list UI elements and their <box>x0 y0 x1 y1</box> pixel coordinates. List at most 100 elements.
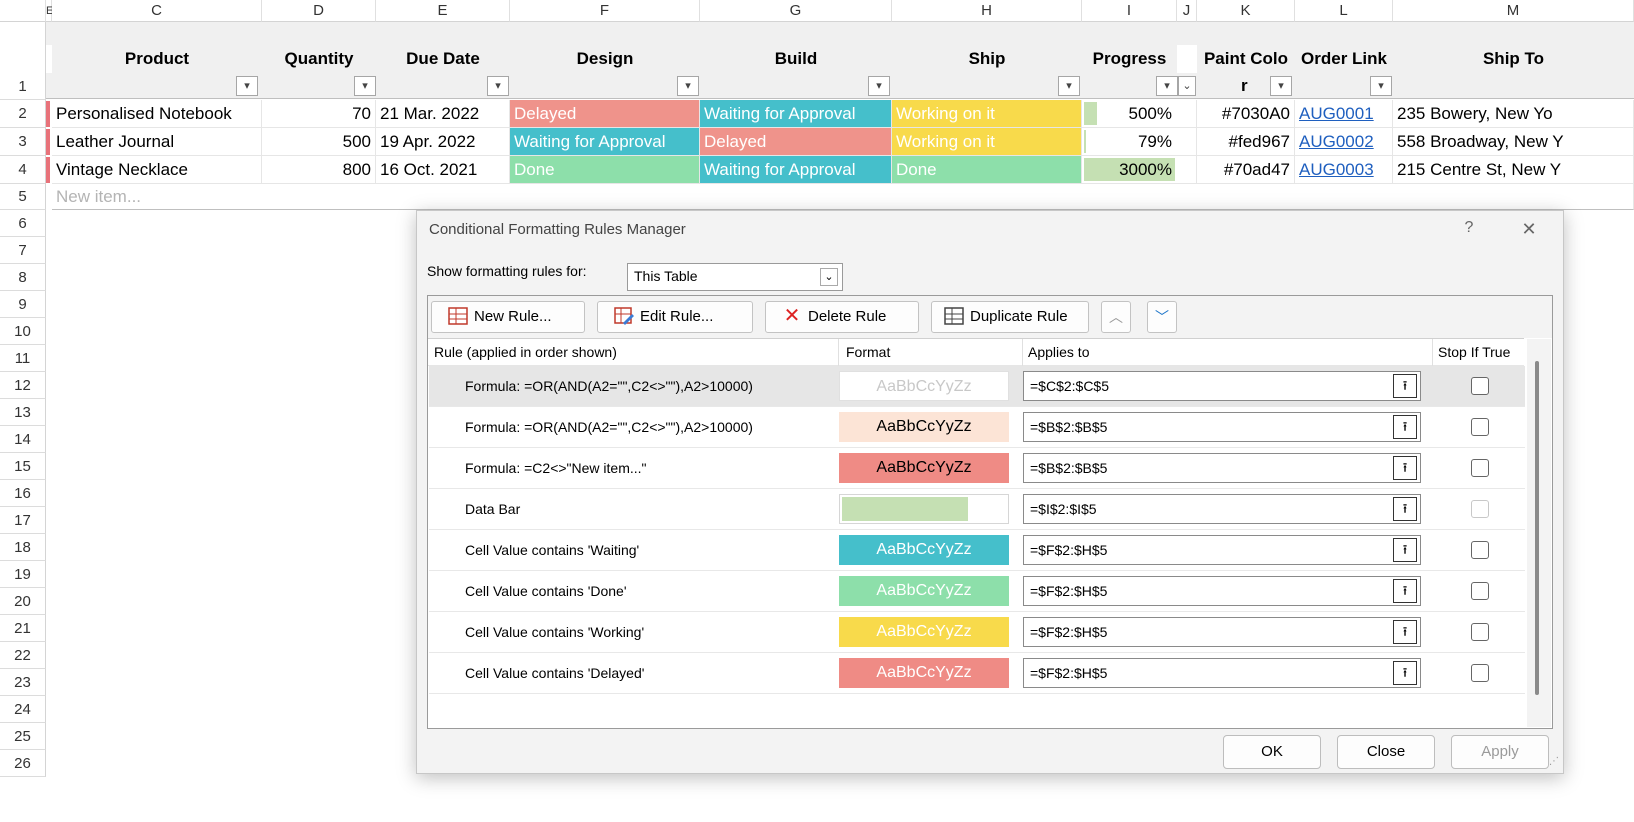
cell-paint-color[interactable]: #7030A0 <box>1197 100 1295 128</box>
filter-dropdown-design[interactable]: ▾ <box>677 76 699 96</box>
cell-progress[interactable]: 500% <box>1082 100 1197 128</box>
rules-scrollbar[interactable] <box>1527 339 1551 727</box>
scrollbar-thumb[interactable] <box>1535 361 1539 695</box>
cell-due-date[interactable]: 21 Mar. 2022 <box>376 100 510 128</box>
column-header-i[interactable]: I <box>1082 0 1177 22</box>
cell-design[interactable]: Waiting for Approval <box>510 128 700 156</box>
cell-paint-color[interactable]: #70ad47 <box>1197 156 1295 184</box>
collapse-range-icon[interactable]: ⭱ <box>1393 415 1417 439</box>
row-header-24[interactable]: 24 <box>0 696 46 723</box>
column-header-h[interactable]: H <box>892 0 1082 22</box>
cell-ship[interactable]: Done <box>892 156 1082 184</box>
cell-quantity[interactable]: 500 <box>262 128 376 156</box>
stop-if-true-checkbox[interactable] <box>1471 541 1489 559</box>
collapse-range-icon[interactable]: ⭱ <box>1393 497 1417 521</box>
header-product[interactable]: Product <box>52 45 262 73</box>
cell-due-date[interactable]: 16 Oct. 2021 <box>376 156 510 184</box>
duplicate-rule-button[interactable]: Duplicate Rule <box>931 301 1089 333</box>
applies-to-field[interactable]: =$I$2:$I$5 ⭱ <box>1023 494 1421 524</box>
row-header-18[interactable]: 18 <box>0 534 46 561</box>
column-header-j[interactable]: J <box>1177 0 1197 22</box>
header-quantity[interactable]: Quantity <box>262 45 376 73</box>
cell-order-link[interactable]: AUG0002 <box>1295 128 1393 156</box>
row-header-14[interactable]: 14 <box>0 426 46 453</box>
stop-if-true-checkbox[interactable] <box>1471 377 1489 395</box>
header-build[interactable]: Build <box>700 45 892 73</box>
row-header-1[interactable]: 1 <box>0 22 46 100</box>
cell-quantity[interactable]: 70 <box>262 100 376 128</box>
applies-to-field[interactable]: =$F$2:$H$5 ⭱ <box>1023 576 1421 606</box>
row-header-25[interactable]: 25 <box>0 723 46 750</box>
column-header-k[interactable]: K <box>1197 0 1295 22</box>
row-header-13[interactable]: 13 <box>0 399 46 426</box>
cell-paint-color[interactable]: #fed967 <box>1197 128 1295 156</box>
cell-product[interactable]: Leather Journal <box>52 128 262 156</box>
ok-button[interactable]: OK <box>1223 735 1321 769</box>
cell-order-link[interactable]: AUG0001 <box>1295 100 1393 128</box>
select-all-corner[interactable] <box>0 0 46 22</box>
collapse-range-icon[interactable]: ⭱ <box>1393 456 1417 480</box>
header-paint-color[interactable]: Paint Colo <box>1197 45 1295 73</box>
row-header-4[interactable]: 4 <box>0 156 46 184</box>
filter-dropdown-j[interactable]: ⌄ <box>1178 76 1196 96</box>
column-header-f[interactable]: F <box>510 0 700 22</box>
row-header-2[interactable]: 2 <box>0 100 46 128</box>
new-rule-button[interactable]: New Rule... <box>431 301 585 333</box>
filter-dropdown-due-date[interactable]: ▾ <box>487 76 509 96</box>
filter-dropdown-product[interactable]: ▾ <box>236 76 258 96</box>
show-rules-select[interactable]: This Table ⌄ <box>627 263 843 291</box>
filter-dropdown-paint-color[interactable]: ▾ <box>1270 76 1292 96</box>
filter-dropdown-progress[interactable]: ▾ <box>1156 76 1178 96</box>
cell-product[interactable]: Vintage Necklace <box>52 156 262 184</box>
filter-dropdown-ship[interactable]: ▾ <box>1058 76 1080 96</box>
row-header-20[interactable]: 20 <box>0 588 46 615</box>
row-header-15[interactable]: 15 <box>0 453 46 480</box>
stop-if-true-checkbox[interactable] <box>1471 459 1489 477</box>
row-header-3[interactable]: 3 <box>0 128 46 156</box>
header-ship[interactable]: Ship <box>892 45 1082 73</box>
row-header-23[interactable]: 23 <box>0 669 46 696</box>
column-header-l[interactable]: L <box>1295 0 1393 22</box>
collapse-range-icon[interactable]: ⭱ <box>1393 661 1417 685</box>
row-header-16[interactable]: 16 <box>0 480 46 507</box>
cell-ship[interactable]: Working on it <box>892 128 1082 156</box>
rule-row[interactable]: Formula: =C2<>"New item..." AaBbCcYyZz =… <box>429 448 1525 489</box>
cell-order-link[interactable]: AUG0003 <box>1295 156 1393 184</box>
cell-design[interactable]: Done <box>510 156 700 184</box>
filter-dropdown-order-link[interactable]: ▾ <box>1370 76 1392 96</box>
header-design[interactable]: Design <box>510 45 700 73</box>
applies-to-field[interactable]: =$B$2:$B$5 ⭱ <box>1023 412 1421 442</box>
applies-to-field[interactable]: =$B$2:$B$5 ⭱ <box>1023 453 1421 483</box>
cell-progress[interactable]: 3000% <box>1082 156 1197 184</box>
stop-if-true-checkbox[interactable] <box>1471 623 1489 641</box>
rule-row[interactable]: Cell Value contains 'Done' AaBbCcYyZz =$… <box>429 571 1525 612</box>
rule-row[interactable]: Cell Value contains 'Working' AaBbCcYyZz… <box>429 612 1525 653</box>
move-down-button[interactable]: ﹀ <box>1147 301 1177 333</box>
delete-rule-button[interactable]: ✕ Delete Rule <box>765 301 919 333</box>
column-header-m[interactable]: M <box>1393 0 1634 22</box>
apply-button[interactable]: Apply <box>1451 735 1549 769</box>
cell-due-date[interactable]: 19 Apr. 2022 <box>376 128 510 156</box>
row-header-8[interactable]: 8 <box>0 264 46 291</box>
rule-row[interactable]: Cell Value contains 'Waiting' AaBbCcYyZz… <box>429 530 1525 571</box>
rule-row[interactable]: Data Bar =$I$2:$I$5 ⭱ <box>429 489 1525 530</box>
applies-to-field[interactable]: =$F$2:$H$5 ⭱ <box>1023 617 1421 647</box>
edit-rule-button[interactable]: Edit Rule... <box>597 301 753 333</box>
cell-quantity[interactable]: 800 <box>262 156 376 184</box>
row-header-12[interactable]: 12 <box>0 372 46 399</box>
row-header-10[interactable]: 10 <box>0 318 46 345</box>
close-icon[interactable]: ✕ <box>1515 219 1543 243</box>
collapse-range-icon[interactable]: ⭱ <box>1393 620 1417 644</box>
cell-build[interactable]: Waiting for Approval <box>700 100 892 128</box>
column-header-d[interactable]: D <box>262 0 376 22</box>
collapse-range-icon[interactable]: ⭱ <box>1393 538 1417 562</box>
new-item-cell[interactable]: New item... <box>52 184 1634 210</box>
row-header-26[interactable]: 26 <box>0 750 46 777</box>
column-header-c[interactable]: C <box>52 0 262 22</box>
applies-to-field[interactable]: =$F$2:$H$5 ⭱ <box>1023 535 1421 565</box>
rule-row[interactable]: Formula: =OR(AND(A2="",C2<>""),A2>10000)… <box>429 366 1525 407</box>
cell-ship[interactable]: Working on it <box>892 100 1082 128</box>
stop-if-true-checkbox[interactable] <box>1471 582 1489 600</box>
cell-progress[interactable]: 79% <box>1082 128 1197 156</box>
column-header-e[interactable]: E <box>376 0 510 22</box>
